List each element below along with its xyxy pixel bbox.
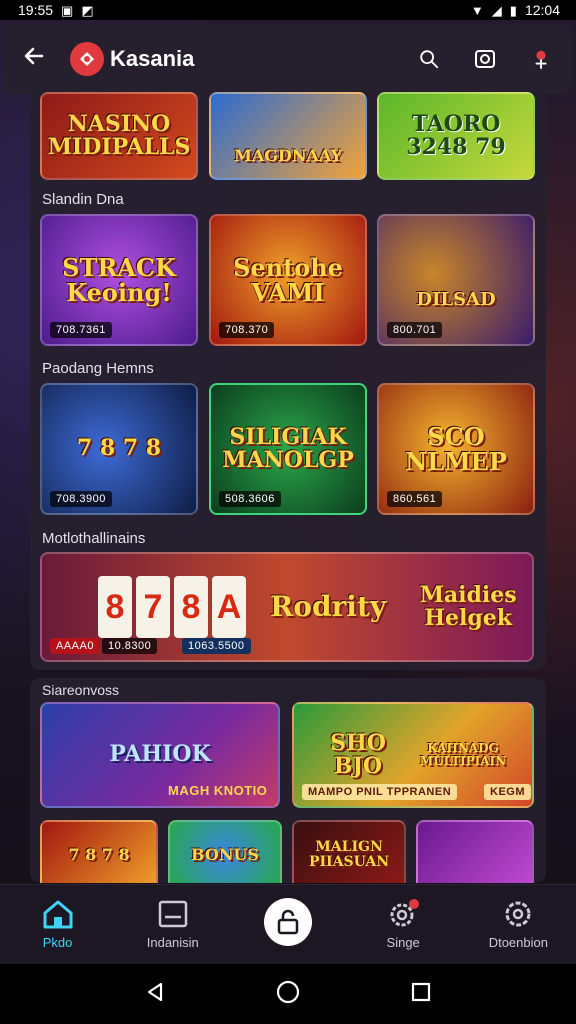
tile-title: 7 8 7 8 — [68, 844, 130, 864]
bottom-nav: Pkdo Indanisin Singe Dtoenbion — [0, 884, 576, 964]
tile-badge: 800.701 — [387, 322, 443, 338]
banner-subtitle: Maidies Helgek — [419, 581, 517, 631]
content-panel-2: Siareonvoss PAHIOK MAGH KNOTIO SHO BJO K… — [30, 678, 546, 883]
tile-title: SILIGIAK MANOLGP — [222, 423, 354, 473]
system-recents-icon[interactable] — [410, 981, 432, 1008]
featured-banner[interactable]: 8 7 8 A Rodrity Maidies Helgek AAAA0 10.… — [40, 552, 534, 662]
notification-icon-2: ◩ — [81, 2, 94, 18]
tray-icon — [158, 900, 188, 928]
status-right: ▼ ◢ ▮ 12:04 — [471, 2, 560, 18]
settings-icon — [505, 901, 531, 927]
game-tile[interactable]: DILSAD 800.701 — [377, 214, 535, 346]
home-icon — [43, 900, 73, 929]
tile-badge: 508.3606 — [219, 491, 281, 507]
tile-title: BONUS — [191, 844, 259, 864]
tile-title: DILSAD — [416, 288, 496, 310]
game-tile[interactable]: SHO BJO KAHNADG MULTIPIAIN MAMPO PNIL TP… — [292, 702, 534, 808]
banner-title: Rodrity — [270, 590, 387, 624]
game-tile[interactable]: TAORO 3248 79 — [377, 92, 535, 180]
game-tile[interactable]: STRACK Keoing! 708.7361 — [40, 214, 198, 346]
tile-title: STRACK Keoing! — [62, 252, 176, 307]
tile-title: SCO NLMEP — [405, 421, 507, 476]
status-time-left: 19:55 — [18, 2, 54, 18]
reel: 8 — [98, 576, 132, 638]
tile-title: 7 8 7 8 — [76, 435, 162, 462]
tile-title: Sentohe VAMI — [233, 252, 343, 307]
app-bar: Kasania — [4, 24, 572, 94]
reel: 7 — [136, 576, 170, 638]
game-tile-small[interactable]: BONUS — [168, 820, 282, 883]
game-tile[interactable]: Sentohe VAMI 708.370 — [209, 214, 367, 346]
logo-icon — [80, 52, 94, 66]
tile-title: MALIGN PIIASUAN — [308, 839, 390, 870]
battery-icon: ▮ — [509, 2, 517, 18]
status-bar: 19:55 ▣ ◩ ▼ ◢ ▮ 12:04 — [0, 0, 576, 20]
nav-label: Dtoenbion — [488, 935, 548, 950]
section-title: Motlothallinains — [42, 530, 146, 547]
notification-bell-icon[interactable] — [528, 46, 554, 72]
app-title: Kasania — [110, 46, 195, 71]
tile-title: PAHIOK — [109, 741, 211, 768]
wifi-icon: ▼ — [470, 2, 484, 18]
section-title: Slandin Dna — [42, 191, 124, 208]
game-tile[interactable]: MAGDNAAY — [209, 92, 367, 180]
notification-icon: ▣ — [61, 2, 74, 18]
system-nav-bar — [0, 964, 576, 1024]
game-tile[interactable]: SCO NLMEP 860.561 — [377, 383, 535, 515]
game-tile-small[interactable]: MALIGN PIIASUAN — [292, 820, 406, 883]
status-time-right: 12:04 — [524, 2, 560, 18]
tile-title-2: KAHNADG MULTIPIAIN — [419, 741, 507, 768]
tile-badge: 708.370 — [219, 322, 275, 338]
tile-badge: 708.3900 — [50, 491, 112, 507]
tile-caption-2: KEGM — [484, 784, 531, 800]
tile-title: NASINO MIDIPALLS — [47, 110, 191, 160]
section-title: Paodang Hemns — [42, 360, 154, 377]
game-tile[interactable]: NASINO MIDIPALLS — [40, 92, 198, 180]
tile-title: MAGDNAAY — [234, 145, 342, 165]
camera-icon[interactable] — [472, 46, 498, 72]
nav-item-singe[interactable]: Singe — [353, 899, 453, 950]
app-logo — [70, 42, 104, 76]
nav-item-center[interactable] — [238, 897, 338, 952]
system-back-icon[interactable] — [144, 981, 166, 1008]
back-arrow-icon[interactable] — [22, 43, 62, 75]
banner-badge-left: AAAA0 — [50, 638, 100, 654]
slot-reels: 8 7 8 A — [98, 576, 246, 638]
tile-caption: MAMPO PNIL TPPRANEN — [302, 784, 458, 800]
game-tile-small[interactable]: 7 8 7 8 — [40, 820, 158, 883]
nav-label: Indanisin — [146, 935, 199, 950]
section-title: Siareonvoss — [42, 682, 120, 698]
system-home-icon[interactable] — [275, 979, 301, 1010]
nav-label: Pkdo — [42, 935, 73, 950]
tile-title: TAORO 3248 79 — [406, 110, 506, 160]
game-tile[interactable]: SILIGIAK MANOLGP 508.3606 — [209, 383, 367, 515]
tile-caption: MAGH KNOTIO — [168, 783, 268, 798]
content-panel: NASINO MIDIPALLS MAGDNAAY TAORO 3248 79 … — [30, 92, 546, 670]
unlock-button[interactable] — [263, 897, 312, 946]
game-tile[interactable]: PAHIOK MAGH KNOTIO — [40, 702, 280, 808]
nav-label: Singe — [386, 935, 420, 950]
nav-item-home[interactable]: Pkdo — [8, 899, 108, 950]
nav-item-tray[interactable]: Indanisin — [123, 899, 223, 950]
reel: 8 — [174, 576, 208, 638]
gear-badge-icon — [390, 899, 420, 927]
tile-title: SHO BJO — [330, 729, 386, 779]
status-left: 19:55 ▣ ◩ — [18, 2, 94, 18]
unlock-icon — [277, 909, 299, 934]
nav-item-settings[interactable]: Dtoenbion — [468, 899, 568, 950]
game-tile-small[interactable] — [416, 820, 534, 883]
banner-badge-mid: 10.8300 — [102, 638, 158, 654]
banner-badge-right: 1063.5500 — [182, 638, 251, 654]
tile-badge: 860.561 — [387, 491, 443, 507]
reel: A — [212, 576, 246, 638]
app-bar-actions — [416, 46, 554, 72]
search-icon[interactable] — [416, 46, 442, 72]
game-tile[interactable]: 7 8 7 8 708.3900 — [40, 383, 198, 515]
tile-title — [471, 851, 479, 859]
tile-badge: 708.7361 — [50, 322, 112, 338]
signal-icon: ◢ — [491, 2, 502, 18]
